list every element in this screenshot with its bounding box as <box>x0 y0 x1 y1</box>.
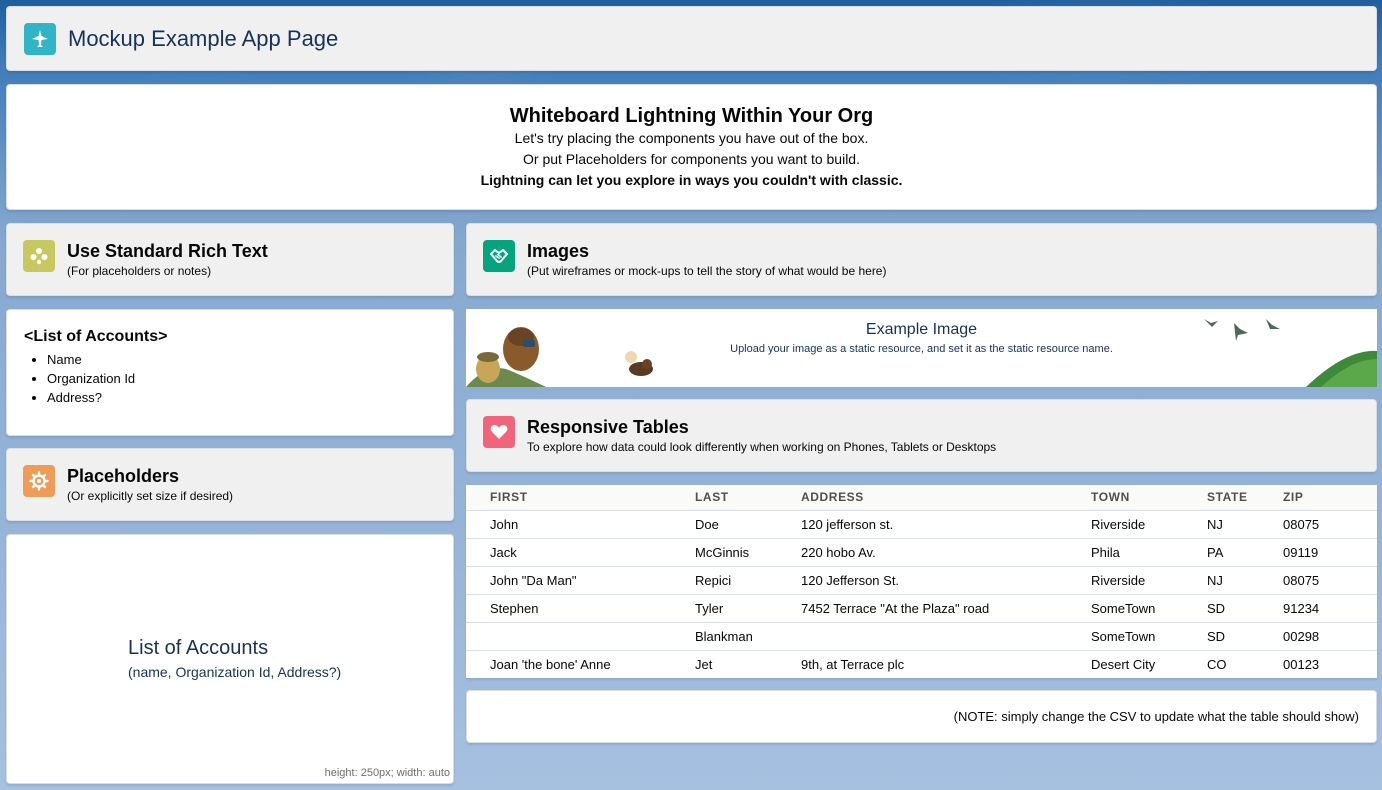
placeholders-subtitle: (Or explicitly set size if desired) <box>67 489 234 503</box>
images-section-header: Images (Put wireframes or mock-ups to te… <box>466 223 1377 296</box>
list-of-accounts-title: <List of Accounts> <box>24 328 168 345</box>
whiteboard-card: Whiteboard Lightning Within Your Org Let… <box>6 84 1377 210</box>
gear-icon <box>23 465 55 497</box>
placeholder-box: List of Accounts (name, Organization Id,… <box>6 534 454 784</box>
cell-state: PA <box>1183 538 1259 567</box>
cell-town: Riverside <box>1067 566 1183 595</box>
table-header-row: FIRST LAST ADDRESS TOWN STATE ZIP <box>466 485 1377 511</box>
cell-first: Jack <box>466 538 671 567</box>
cell-state: NJ <box>1183 510 1259 539</box>
cell-zip: 09119 <box>1259 538 1377 567</box>
placeholders-section-header: Placeholders (Or explicitly set size if … <box>6 448 454 521</box>
column-header-address[interactable]: ADDRESS <box>777 485 1067 511</box>
table-row: Joan 'the bone' Anne Jet 9th, at Terrace… <box>466 650 1377 678</box>
cell-address: 220 hobo Av. <box>777 538 1067 567</box>
cell-last: Jet <box>695 656 713 672</box>
whiteboard-line-3: Lightning can let you explore in ways yo… <box>480 172 903 188</box>
example-image-title: Example Image <box>865 321 978 338</box>
cell-last: McGinnis <box>671 538 777 567</box>
table-row: Jack McGinnis 220 hobo Av. Phila PA 0911… <box>466 538 1377 567</box>
column-header-town[interactable]: TOWN <box>1067 485 1183 511</box>
page-title: Mockup Example App Page <box>68 26 339 51</box>
cell-first <box>466 622 671 651</box>
cell-address: 120 jefferson st. <box>777 510 1067 539</box>
table-row: John Doe 120 jefferson st. Riverside NJ … <box>466 510 1377 539</box>
rich-text-body: <List of Accounts> Name Organization Id … <box>6 309 454 436</box>
cell-address: 9th, at Terrace plc <box>801 656 905 672</box>
placeholder-box-title: List of Accounts <box>128 637 269 659</box>
cell-zip: 08075 <box>1259 510 1377 539</box>
list-item: Address? <box>47 388 436 407</box>
cell-zip: 08075 <box>1259 566 1377 595</box>
cell-town: SomeTown <box>1067 622 1183 651</box>
cell-town: Phila <box>1067 538 1183 567</box>
images-subtitle: (Put wireframes or mock-ups to tell the … <box>527 264 887 278</box>
cell-town: Desert City <box>1091 656 1156 672</box>
placeholder-size-note: height: 250px; width: auto <box>324 767 450 779</box>
cell-zip: 00298 <box>1259 622 1377 651</box>
cell-last: Blankman <box>671 622 777 651</box>
heart-icon <box>483 416 515 448</box>
example-image: Example Image Upload your image as a sta… <box>466 309 1377 387</box>
cell-address <box>777 622 1067 651</box>
cell-last: Tyler <box>671 594 777 623</box>
table-row: Stephen Tyler 7452 Terrace "At the Plaza… <box>466 594 1377 623</box>
app-page-header: Mockup Example App Page <box>6 6 1377 71</box>
table-row: John "Da Man" Repici 120 Jefferson St. R… <box>466 566 1377 595</box>
table-note-card: (NOTE: simply change the CSV to update w… <box>466 690 1377 743</box>
cell-address: 120 Jefferson St. <box>777 566 1067 595</box>
cell-zip: 00123 <box>1283 656 1320 672</box>
cell-first: John "Da Man" <box>466 566 671 595</box>
rich-text-section-header: Use Standard Rich Text (For placeholders… <box>6 223 454 296</box>
responsive-tables-section-header: Responsive Tables To explore how data co… <box>466 399 1377 472</box>
column-header-last[interactable]: LAST <box>671 485 777 511</box>
cell-first: Joan 'the bone' Anne <box>490 656 611 672</box>
column-header-zip[interactable]: ZIP <box>1259 485 1377 511</box>
column-header-state[interactable]: STATE <box>1183 485 1259 511</box>
cell-last: Doe <box>671 510 777 539</box>
rich-text-subtitle: (For placeholders or notes) <box>67 264 212 278</box>
placeholder-box-subtitle: (name, Organization Id, Address?) <box>128 664 342 680</box>
table-row: Blankman SomeTown SD 00298 <box>466 622 1377 651</box>
whiteboard-line-1: Let's try placing the components you hav… <box>514 130 869 146</box>
cell-state: SD <box>1183 594 1259 623</box>
table-note: (NOTE: simply change the CSV to update w… <box>953 709 1359 724</box>
rich-text-icon <box>23 240 55 272</box>
cell-address: 7452 Terrace "At the Plaza" road <box>777 594 1067 623</box>
accounts-table: FIRST LAST ADDRESS TOWN STATE ZIP John D… <box>466 485 1377 678</box>
cell-last: Repici <box>671 566 777 595</box>
list-item: Organization Id <box>47 369 436 388</box>
cell-zip: 91234 <box>1259 594 1377 623</box>
column-header-first[interactable]: FIRST <box>466 485 671 511</box>
cell-state: SD <box>1183 622 1259 651</box>
images-title: Images <box>527 241 590 261</box>
account-fields-list: Name Organization Id Address? <box>47 350 436 407</box>
cell-state: NJ <box>1183 566 1259 595</box>
rich-text-title: Use Standard Rich Text <box>67 241 268 261</box>
cell-first: John <box>466 510 671 539</box>
whiteboard-line-2: Or put Placeholders for components you w… <box>523 151 860 167</box>
list-item: Name <box>47 350 436 369</box>
handshake-icon <box>483 240 515 272</box>
cell-town: Riverside <box>1067 510 1183 539</box>
cell-state: CO <box>1207 656 1227 672</box>
cell-town: SomeTown <box>1067 594 1183 623</box>
responsive-tables-title: Responsive Tables <box>527 417 689 437</box>
responsive-tables-subtitle: To explore how data could look different… <box>527 440 997 454</box>
example-image-subtitle: Upload your image as a static resource, … <box>730 343 1113 355</box>
placeholders-title: Placeholders <box>67 466 180 486</box>
cell-first: Stephen <box>466 594 671 623</box>
app-launcher-plane-icon <box>24 23 56 55</box>
whiteboard-heading: Whiteboard Lightning Within Your Org <box>509 105 874 127</box>
